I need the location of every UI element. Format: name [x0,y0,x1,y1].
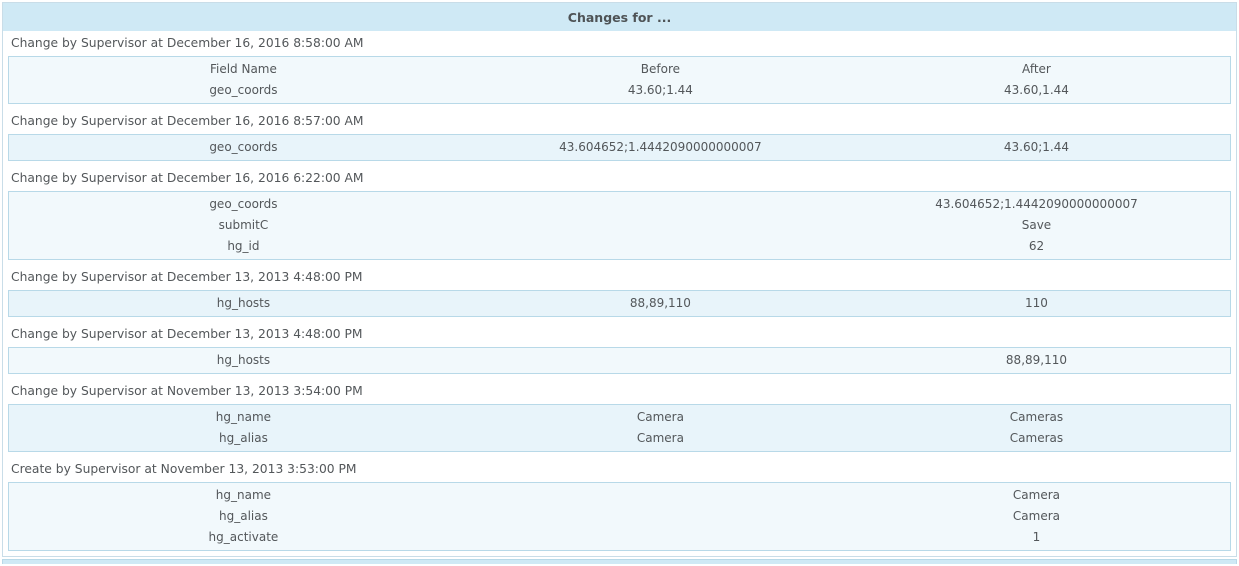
column-header-row: Field NameBeforeAfter [9,59,1230,80]
field-cell: geo_coords [9,194,478,215]
changes-panel: Changes for ... Change by Supervisor at … [2,2,1237,557]
after-cell: Camera [843,485,1230,506]
after-cell: Save [843,215,1230,236]
after-cell: 62 [843,236,1230,257]
change-table: geo_coords43.604652;1.4442090000000007su… [8,191,1231,260]
change-section: Change by Supervisor at December 13, 201… [3,322,1236,374]
before-cell [478,236,843,257]
change-row: hg_alias Camera [9,506,1230,527]
change-section: Create by Supervisor at November 13, 201… [3,457,1236,551]
field-cell: hg_activate [9,527,478,548]
before-cell: 43.60;1.44 [478,80,843,101]
change-section: Change by Supervisor at December 16, 201… [3,109,1236,161]
column-header-after: After [843,59,1230,80]
field-cell: hg_alias [9,506,478,527]
column-header-field: Field Name [9,59,478,80]
after-cell: 43.604652;1.4442090000000007 [843,194,1230,215]
change-row: hg_activate 1 [9,527,1230,548]
change-section: Change by Supervisor at December 13, 201… [3,265,1236,317]
column-header-before: Before [478,59,843,80]
after-cell: Camera [843,506,1230,527]
after-cell: 1 [843,527,1230,548]
field-cell: geo_coords [9,137,478,158]
change-row: geo_coords 43.604652;1.4442090000000007 [9,194,1230,215]
change-heading: Change by Supervisor at December 16, 201… [3,166,1236,191]
after-cell: 110 [843,293,1230,314]
change-table: hg_hosts 88,89,110 [8,347,1231,374]
change-section: Change by Supervisor at December 16, 201… [3,31,1236,104]
field-cell: hg_id [9,236,478,257]
field-cell: hg_hosts [9,293,478,314]
next-panel-header-edge [2,559,1237,564]
change-table: hg_name Camera hg_alias Camera hg_activate 1 [8,482,1231,551]
before-cell: Camera [478,428,843,449]
change-row: geo_coords43.60;1.4443.60,1.44 [9,80,1230,101]
field-cell: submitC [9,215,478,236]
field-cell: geo_coords [9,80,478,101]
change-heading: Change by Supervisor at December 13, 201… [3,265,1236,290]
after-cell: 88,89,110 [843,350,1230,371]
change-heading: Change by Supervisor at November 13, 201… [3,379,1236,404]
change-heading: Change by Supervisor at December 16, 201… [3,31,1236,56]
change-row: hg_name Camera [9,485,1230,506]
change-table: geo_coords43.604652;1.444209000000000743… [8,134,1231,161]
change-heading: Change by Supervisor at December 16, 201… [3,109,1236,134]
before-cell [478,527,843,548]
change-section: Change by Supervisor at December 16, 201… [3,166,1236,260]
change-heading: Change by Supervisor at December 13, 201… [3,322,1236,347]
change-row: hg_id 62 [9,236,1230,257]
before-cell [478,350,843,371]
field-cell: hg_name [9,407,478,428]
after-cell: Cameras [843,428,1230,449]
changes-list: Change by Supervisor at December 16, 201… [3,31,1236,551]
field-cell: hg_alias [9,428,478,449]
before-cell [478,215,843,236]
change-row: hg_nameCameraCameras [9,407,1230,428]
change-section: Change by Supervisor at November 13, 201… [3,379,1236,452]
panel-title: Changes for ... [568,10,671,25]
change-row: hg_hosts 88,89,110 [9,350,1230,371]
before-cell: Camera [478,407,843,428]
field-cell: hg_hosts [9,350,478,371]
change-table: hg_nameCameraCamerashg_aliasCameraCamera… [8,404,1231,452]
field-cell: hg_name [9,485,478,506]
after-cell: 43.60;1.44 [843,137,1230,158]
before-cell [478,506,843,527]
change-table: Field NameBeforeAftergeo_coords43.60;1.4… [8,56,1231,104]
before-cell [478,485,843,506]
before-cell: 43.604652;1.4442090000000007 [478,137,843,158]
before-cell [478,194,843,215]
after-cell: 43.60,1.44 [843,80,1230,101]
change-row: geo_coords43.604652;1.444209000000000743… [9,137,1230,158]
after-cell: Cameras [843,407,1230,428]
change-row: hg_hosts88,89,110110 [9,293,1230,314]
before-cell: 88,89,110 [478,293,843,314]
changes-panel-header: Changes for ... [3,3,1236,31]
change-row: submitC Save [9,215,1230,236]
change-table: hg_hosts88,89,110110 [8,290,1231,317]
change-row: hg_aliasCameraCameras [9,428,1230,449]
change-heading: Create by Supervisor at November 13, 201… [3,457,1236,482]
